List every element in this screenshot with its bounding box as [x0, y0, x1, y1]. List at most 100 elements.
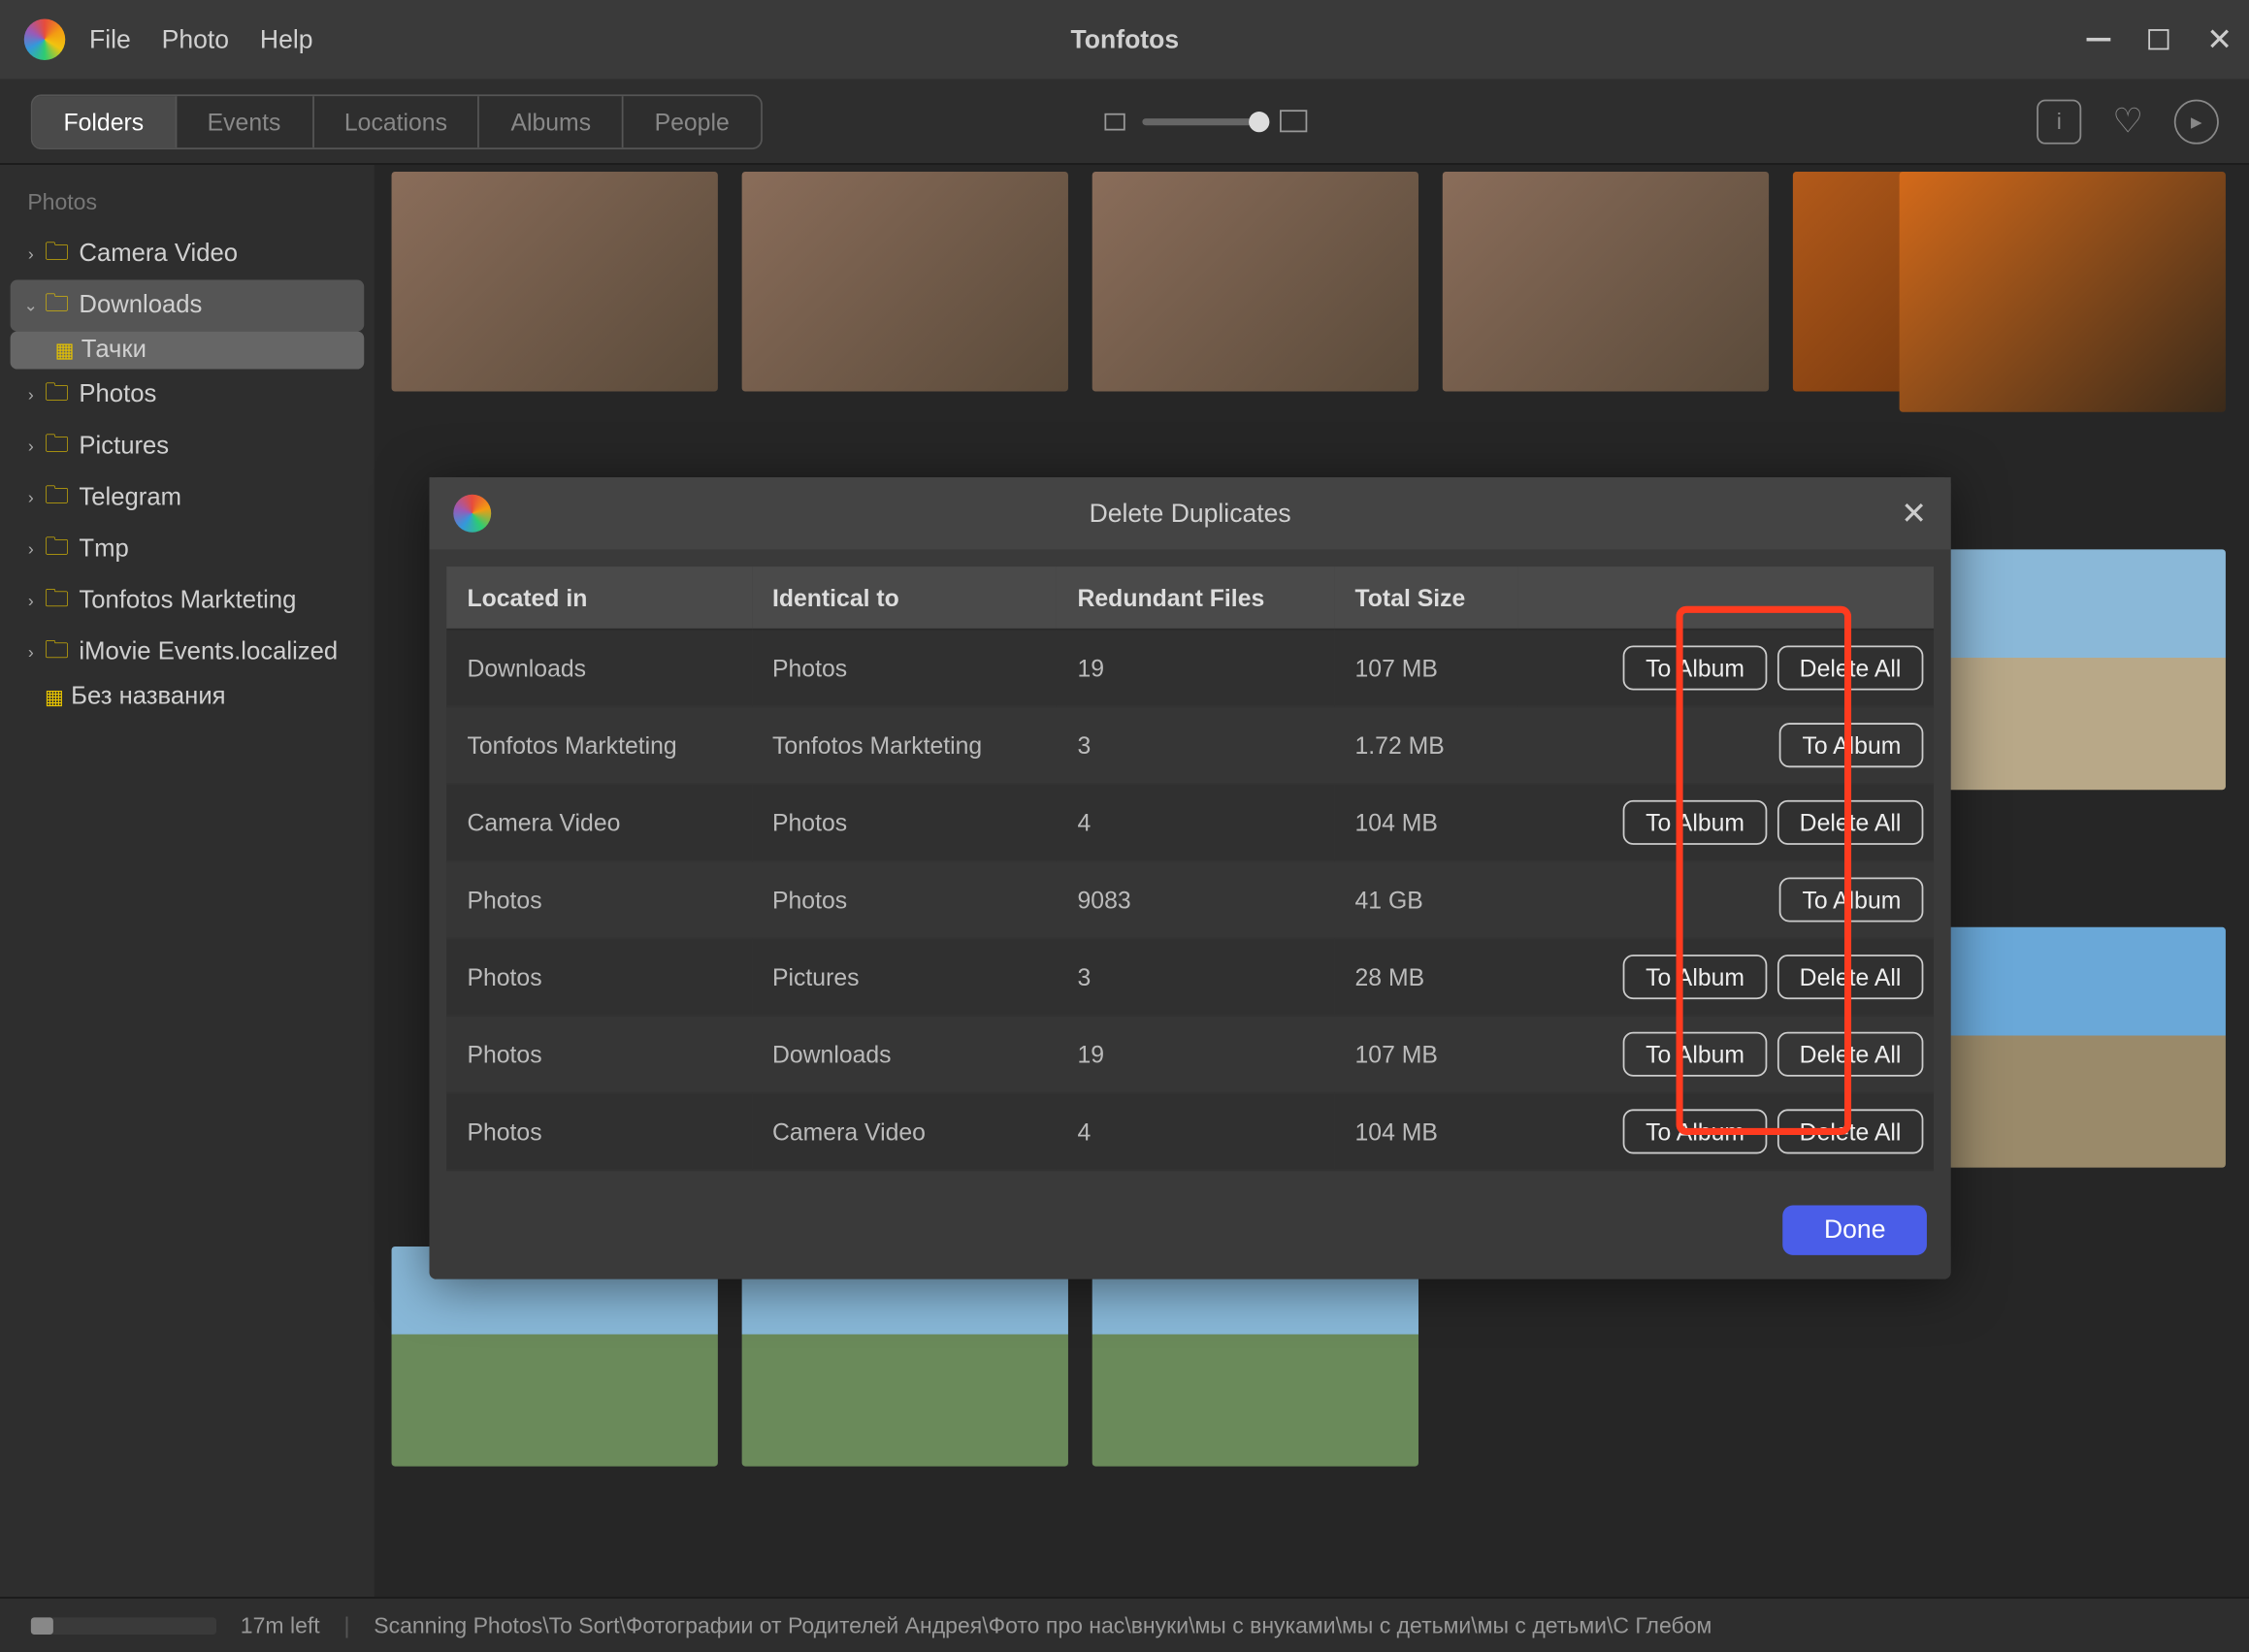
delete-all-button[interactable]: Delete All — [1777, 800, 1924, 845]
cell-located-in: Tonfotos Markteting — [446, 706, 752, 784]
thumbnail[interactable] — [742, 1247, 1068, 1467]
scan-path: Scanning Photos\To Sort\Фотографии от Ро… — [374, 1612, 1711, 1638]
tab-locations[interactable]: Locations — [313, 95, 480, 146]
to-album-button[interactable]: To Album — [1779, 723, 1923, 767]
table-row[interactable]: DownloadsPhotos19107 MBTo AlbumDelete Al… — [446, 630, 1934, 707]
thumbnail[interactable] — [392, 172, 718, 392]
play-button[interactable]: ▸ — [2174, 99, 2219, 144]
tab-people[interactable]: People — [624, 95, 761, 146]
cell-identical-to: Photos — [752, 630, 1058, 707]
zoom-control — [1104, 110, 1307, 132]
menu-file[interactable]: File — [89, 25, 131, 54]
delete-all-button[interactable]: Delete All — [1777, 955, 1924, 999]
col-actions — [1518, 567, 1934, 630]
status-bar: 17m left | Scanning Photos\To Sort\Фотог… — [0, 1597, 2249, 1652]
cell-size: 1.72 MB — [1334, 706, 1518, 784]
thumb-small-icon[interactable] — [1104, 113, 1124, 130]
cell-files: 19 — [1057, 1016, 1334, 1093]
info-button[interactable]: i — [2037, 99, 2081, 144]
maximize-icon[interactable] — [2148, 29, 2168, 49]
cell-size: 107 MB — [1334, 1016, 1518, 1093]
sidebar-item-tachki[interactable]: ▦Тачки — [11, 332, 365, 370]
cell-located-in: Downloads — [446, 630, 752, 707]
cell-size: 107 MB — [1334, 630, 1518, 707]
to-album-button[interactable]: To Album — [1623, 800, 1767, 845]
cell-located-in: Photos — [446, 1016, 752, 1093]
menu-bar: File Photo Help — [89, 25, 313, 54]
table-row[interactable]: PhotosPhotos908341 GBTo Album — [446, 861, 1934, 939]
thumbnail[interactable] — [742, 172, 1068, 392]
sidebar-item-marketing[interactable]: ›🗀Tonfotos Markteting — [11, 575, 365, 627]
cell-files: 3 — [1057, 938, 1334, 1016]
progress-bar — [31, 1616, 216, 1634]
table-row[interactable]: Camera VideoPhotos4104 MBTo AlbumDelete … — [446, 784, 1934, 861]
thumbnail[interactable] — [1900, 172, 2226, 412]
menu-photo[interactable]: Photo — [162, 25, 229, 54]
delete-duplicates-dialog: Delete Duplicates ✕ Located in Identical… — [430, 477, 1951, 1279]
col-identical-to[interactable]: Identical to — [752, 567, 1058, 630]
to-album-button[interactable]: To Album — [1623, 646, 1767, 691]
table-row[interactable]: Tonfotos MarktetingTonfotos Markteting31… — [446, 706, 1934, 784]
cell-identical-to: Pictures — [752, 938, 1058, 1016]
table-row[interactable]: PhotosDownloads19107 MBTo AlbumDelete Al… — [446, 1016, 1934, 1093]
col-total-size[interactable]: Total Size — [1334, 567, 1518, 630]
tab-albums[interactable]: Albums — [480, 95, 624, 146]
sidebar-item-untitled[interactable]: ›▦Без названия — [11, 678, 365, 716]
to-album-button[interactable]: To Album — [1623, 955, 1767, 999]
sidebar-item-telegram[interactable]: ›🗀Telegram — [11, 472, 365, 524]
cell-files: 4 — [1057, 1093, 1334, 1171]
cell-located-in: Photos — [446, 861, 752, 939]
sidebar-item-pictures[interactable]: ›🗀Pictures — [11, 421, 365, 472]
to-album-button[interactable]: To Album — [1623, 1032, 1767, 1077]
delete-all-button[interactable]: Delete All — [1777, 1109, 1924, 1153]
cell-files: 4 — [1057, 784, 1334, 861]
done-button[interactable]: Done — [1783, 1206, 1927, 1255]
table-row[interactable]: PhotosCamera Video4104 MB To AlbumDelete … — [446, 1093, 1934, 1171]
cell-identical-to: Camera Video — [752, 1093, 1058, 1171]
to-album-button[interactable]: To Album — [1779, 877, 1923, 922]
thumb-large-icon[interactable] — [1280, 110, 1307, 132]
window-controls: ✕ — [2086, 21, 2233, 57]
cell-located-in: Photos — [446, 938, 752, 1016]
close-icon[interactable]: ✕ — [2206, 21, 2233, 57]
sidebar-item-camera-video[interactable]: ›🗀Camera Video — [11, 228, 365, 279]
view-tabs: Folders Events Locations Albums People — [31, 93, 763, 148]
sidebar-item-photos[interactable]: ›🗀Photos — [11, 370, 365, 421]
thumbnail[interactable] — [392, 1247, 718, 1467]
cell-size: 28 MB — [1334, 938, 1518, 1016]
time-left: 17m left — [241, 1612, 320, 1638]
col-located-in[interactable]: Located in — [446, 567, 752, 630]
tab-folders[interactable]: Folders — [33, 95, 177, 146]
cell-located-in: Photos — [446, 1093, 752, 1171]
delete-all-button[interactable]: Delete All — [1777, 646, 1924, 691]
cell-size: 104 MB — [1334, 784, 1518, 861]
sidebar-item-imovie[interactable]: ›🗀iMovie Events.localized — [11, 627, 365, 678]
thumbnail[interactable] — [1092, 172, 1418, 392]
minimize-icon[interactable] — [2086, 38, 2110, 42]
cell-files: 9083 — [1057, 861, 1334, 939]
cell-identical-to: Photos — [752, 861, 1058, 939]
zoom-slider[interactable] — [1142, 117, 1262, 124]
to-album-button[interactable]: To Album — [1623, 1109, 1767, 1153]
app-logo-icon — [453, 495, 491, 533]
cell-identical-to: Tonfotos Markteting — [752, 706, 1058, 784]
dialog-title: Delete Duplicates — [1090, 499, 1291, 528]
table-row[interactable]: PhotosPictures328 MB To AlbumDelete All — [446, 938, 1934, 1016]
toolbar: Folders Events Locations Albums People i… — [0, 79, 2249, 165]
cell-size: 104 MB — [1334, 1093, 1518, 1171]
thumbnail[interactable] — [1092, 1247, 1418, 1467]
tab-events[interactable]: Events — [177, 95, 313, 146]
dialog-header: Delete Duplicates ✕ — [430, 477, 1951, 549]
cell-size: 41 GB — [1334, 861, 1518, 939]
favorite-icon[interactable]: ♡ — [2112, 100, 2143, 143]
sidebar-item-tmp[interactable]: ›🗀Tmp — [11, 524, 365, 575]
dialog-close-icon[interactable]: ✕ — [1901, 496, 1927, 532]
sidebar-header: Photos — [11, 182, 365, 229]
titlebar: File Photo Help Tonfotos ✕ — [0, 0, 2249, 79]
thumbnail[interactable] — [1443, 172, 1769, 392]
menu-help[interactable]: Help — [260, 25, 313, 54]
delete-all-button[interactable]: Delete All — [1777, 1032, 1924, 1077]
app-title: Tonfotos — [1071, 25, 1180, 54]
col-redundant-files[interactable]: Redundant Files — [1057, 567, 1334, 630]
sidebar-item-downloads[interactable]: ⌄🗀Downloads — [11, 280, 365, 332]
